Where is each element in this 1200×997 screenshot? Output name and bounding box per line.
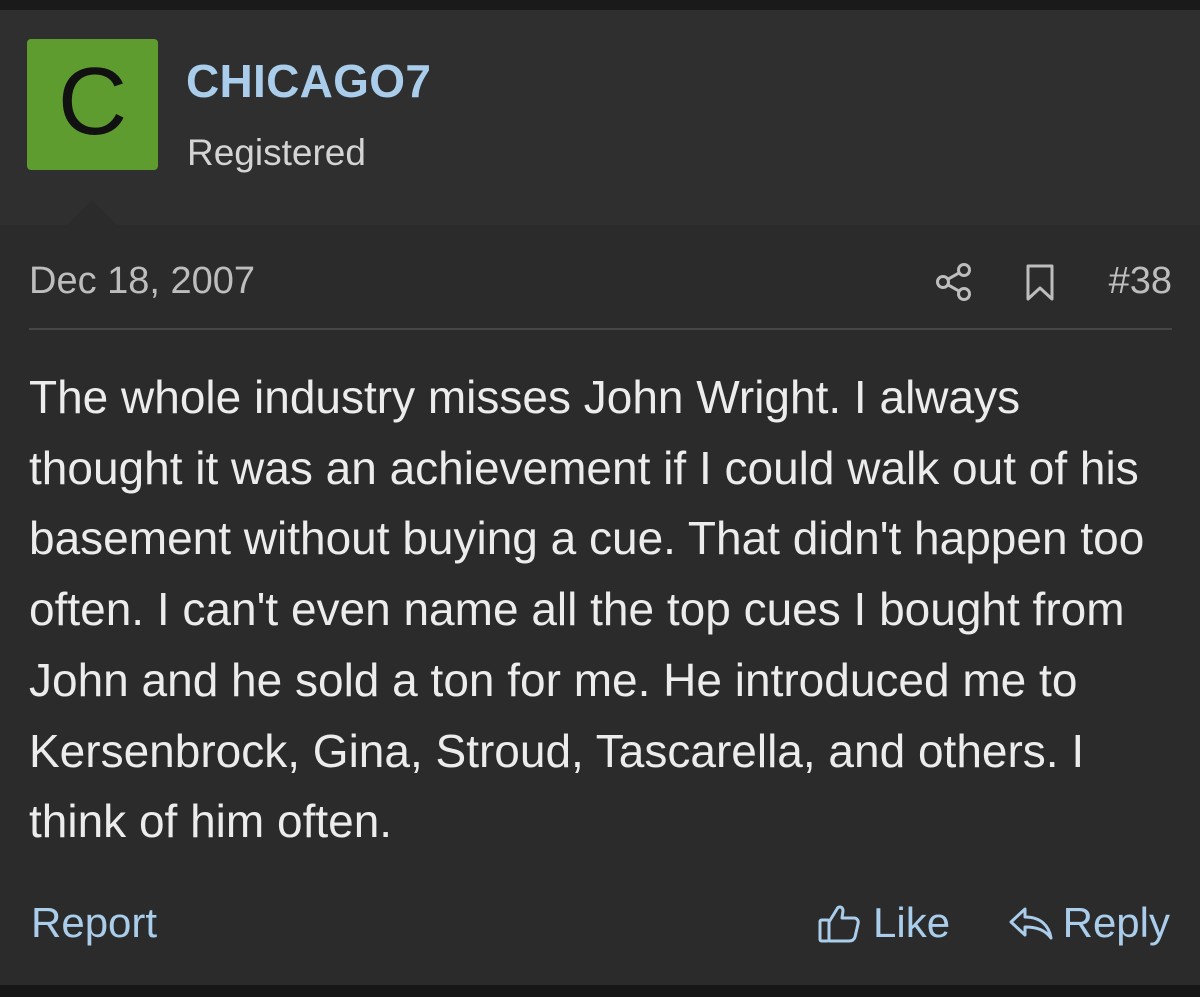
avatar[interactable]: C: [27, 39, 158, 170]
thumbs-up-icon: [818, 905, 860, 943]
reply-icon: [1009, 907, 1053, 940]
post-number-link[interactable]: #38: [1109, 260, 1172, 303]
top-edge: [0, 0, 1200, 10]
username-link[interactable]: CHICAGO7: [186, 54, 431, 108]
bottom-edge: [0, 985, 1200, 997]
user-title: Registered: [187, 132, 366, 173]
user-header: C CHICAGO7 Registered: [0, 10, 1200, 226]
post-body: The whole industry misses John Wright. I…: [29, 362, 1179, 857]
reply-button[interactable]: Reply: [1007, 899, 1170, 947]
like-label: Like: [873, 899, 951, 946]
like-button[interactable]: Like: [817, 899, 950, 947]
post-date[interactable]: Dec 18, 2007: [29, 260, 255, 303]
forum-post: C CHICAGO7 Registered Dec 18, 2007 #38 T…: [0, 10, 1200, 985]
header-pointer: [66, 200, 118, 226]
post-meta: Dec 18, 2007 #38: [29, 260, 1172, 318]
post-actions: Report Like Reply: [29, 893, 1172, 953]
report-link[interactable]: Report: [31, 899, 157, 947]
reply-label: Reply: [1062, 899, 1170, 946]
bookmark-icon[interactable]: [1022, 264, 1058, 302]
post-text: The whole industry misses John Wright. I…: [29, 371, 1145, 848]
divider: [29, 328, 1172, 330]
share-icon[interactable]: [934, 262, 974, 302]
